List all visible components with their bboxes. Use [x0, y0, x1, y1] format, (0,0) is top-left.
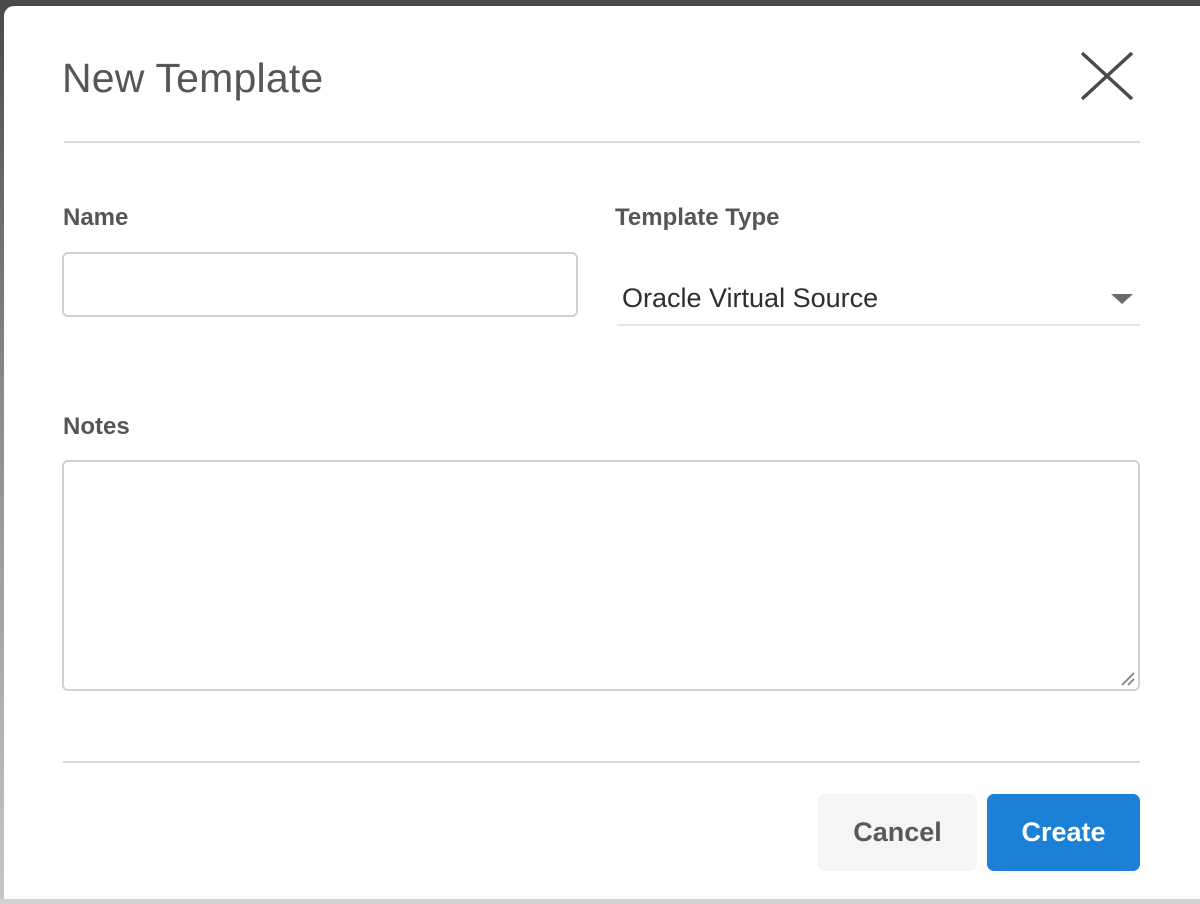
- notes-label: Notes: [63, 415, 130, 439]
- close-icon: [1080, 51, 1134, 101]
- template-type-selected-value: Oracle Virtual Source: [622, 285, 878, 312]
- notes-field-wrap: [62, 460, 1140, 691]
- new-template-dialog: New Template Name Template Type Oracle V…: [0, 0, 1200, 904]
- cancel-button[interactable]: Cancel: [818, 794, 977, 871]
- name-label: Name: [63, 206, 128, 230]
- dialog-title: New Template: [62, 55, 323, 102]
- template-type-select[interactable]: Oracle Virtual Source: [617, 258, 1140, 326]
- template-type-label: Template Type: [615, 206, 779, 230]
- chevron-down-icon: [1111, 294, 1133, 304]
- header-divider: [64, 141, 1140, 143]
- name-input[interactable]: [62, 252, 578, 317]
- resize-handle-icon[interactable]: [1120, 671, 1136, 687]
- notes-textarea[interactable]: [62, 460, 1140, 691]
- footer-divider: [63, 761, 1140, 763]
- create-button[interactable]: Create: [987, 794, 1140, 871]
- close-button[interactable]: [1074, 44, 1140, 108]
